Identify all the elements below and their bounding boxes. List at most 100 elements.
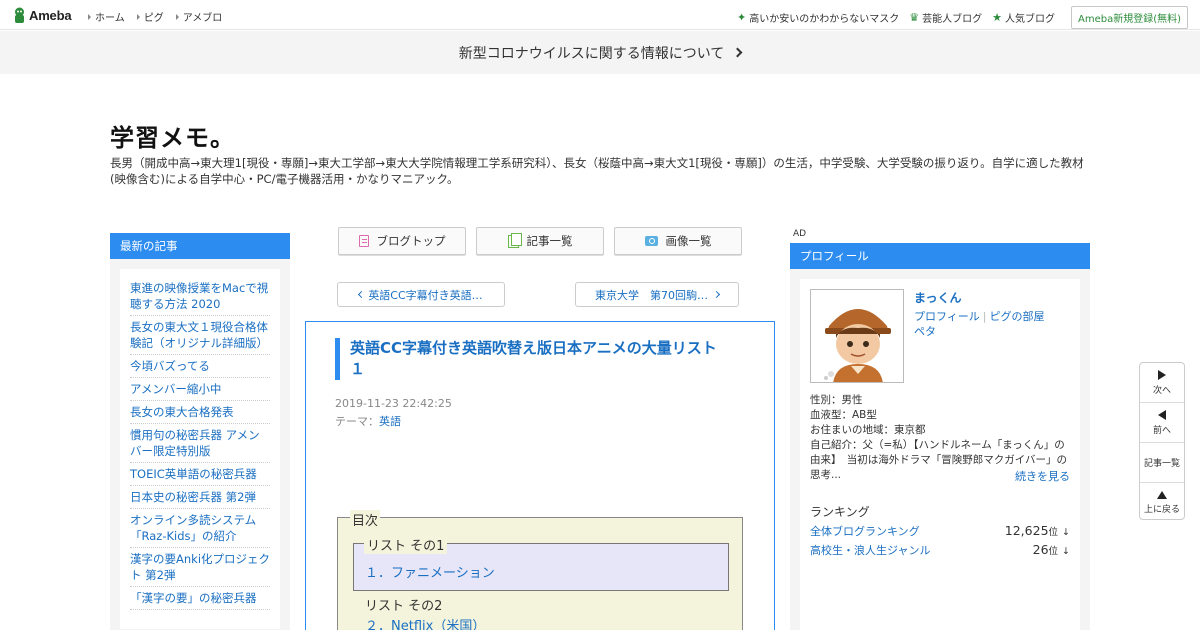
list-item[interactable]: オンライン多読システム「Raz-Kids」の紹介 [130,509,270,548]
article-list-button[interactable]: 記事一覧 [476,227,604,255]
ranking-down-icon: ↓ [1062,527,1070,538]
triangle-icon [175,13,179,20]
image-list-label: 画像一覧 [665,234,712,248]
list-item[interactable]: 長女の東大合格発表 [130,401,270,424]
profile-links: プロフィール | ピグの部屋 ペタ [914,309,1074,339]
ranking-value: 26位 ↓ [1033,542,1070,558]
list-item[interactable]: 今頃バズってる [130,355,270,378]
ameba-logo-icon [15,7,24,23]
list-item[interactable]: 漢字の要Anki化プロジェクト 第2弾 [130,548,270,587]
toc-section-1: リスト その1 １．ファニメーション [353,535,729,591]
sparkle-icon: ✦ [737,11,747,24]
header-link-mask[interactable]: ✦ 高いか安いのかわからないマスク [737,10,899,25]
ranking-row-genre: 高校生・浪人生ジャンル 26位 ↓ [810,542,1070,558]
article-list-float-label: 記事一覧 [1143,459,1180,469]
toc-section-2-label: リスト その2 [365,599,443,614]
table-of-contents: 目次 リスト その1 １．ファニメーション リスト その2 ２．Netflix（… [337,510,743,630]
back-to-top-label: 上に戻る [1143,505,1180,515]
article-list-float-button[interactable]: 記事一覧 [1140,443,1184,483]
ranking-number: 12,625 [1004,523,1049,538]
ameba-logo[interactable]: Ameba [13,6,72,24]
ranking-label[interactable]: 高校生・浪人生ジャンル [810,542,930,558]
blog-title[interactable]: 学習メモ。 [110,118,235,153]
profile-region: お住まいの地域：東京都 [810,424,926,436]
register-button[interactable]: Ameba新規登録(無料) [1070,6,1188,29]
header-link-celebrity-label: 芸能人ブログ [922,14,983,25]
ranking-unit: 位 [1048,546,1059,557]
global-header: Ameba ホーム ピグ アメブロ ✦ 高いか安いのかわからないマスク ♛ 芸能人ブ… [0,0,1200,30]
toc-legend: 目次 [350,510,381,529]
play-right-icon [1158,369,1166,380]
header-link-celebrity-blog[interactable]: ♛ 芸能人ブログ [909,10,982,25]
covid-notice-banner[interactable]: 新型コロナウイルスに関する情報について [0,31,1200,74]
pigg-room-link[interactable]: ピグの部屋 [990,310,1045,323]
star-icon: ★ [992,11,1002,24]
global-nav: ホーム ピグ アメブロ [88,9,234,24]
back-to-top-button[interactable]: 上に戻る [1140,483,1184,523]
ranking-unit: 位 [1048,527,1059,538]
recent-articles-list: 東進の映像授業をMacで視聴する方法 2020 長女の東大文１現役合格体験記（オ… [120,269,280,629]
toc-section-1-label: リスト その1 [364,535,448,554]
profile-gender: 性別：男性 [810,394,863,406]
profile-link[interactable]: プロフィール [914,310,980,323]
arrow-up-icon [1157,491,1167,499]
chevron-right-icon [712,290,721,299]
separator: | [982,310,987,323]
list-item[interactable]: 東進の映像授業をMacで視聴する方法 2020 [130,277,270,316]
theme-link[interactable]: 英語 [379,415,401,428]
nav-ameblo[interactable]: アメブロ [175,9,222,24]
profile-panel: まっくん プロフィール | ピグの部屋 ペタ 性別：男性 血液型：AB型 お住まいの… [800,279,1080,630]
blog-top-button[interactable]: ブログトップ [338,227,466,255]
ad-label: AD [793,229,807,239]
next-button[interactable]: 次へ [1140,363,1184,403]
toc-link-funimation[interactable]: １．ファニメーション [365,562,495,581]
play-left-icon [1158,409,1166,420]
list-item[interactable]: 慣用句の秘密兵器 アメンバー限定特別版 [130,424,270,463]
ranking-heading: ランキング [810,505,870,519]
header-link-popular-label: 人気ブログ [1004,14,1055,25]
article-list-label: 記事一覧 [526,234,573,248]
blog-top-label: ブログトップ [376,234,446,248]
blog-description: 長男（開成中高→東大理1[現役・専願]→東大工学部→東大大学院情報理工学系研究科… [110,156,1084,186]
profile-name[interactable]: まっくん [914,289,962,306]
nav-home-label: ホーム [95,13,125,24]
next-article-label: 東京大学 第70回駒… [595,288,708,302]
peta-link[interactable]: ペタ [914,325,936,338]
notice-text: 新型コロナウイルスに関する情報について [458,45,725,62]
ranking-row-overall: 全体ブログランキング 12,625位 ↓ [810,523,1070,539]
floating-nav: 次へ 前へ 記事一覧 上に戻る [1139,362,1185,520]
recent-articles-heading: 最新の記事 [110,233,290,259]
image-list-button[interactable]: 画像一覧 [614,227,742,255]
next-article-button[interactable]: 東京大学 第70回駒… [575,282,739,307]
avatar-illustration-icon [811,290,903,382]
prev-button[interactable]: 前へ [1140,403,1184,443]
header-link-mask-label: 高いか安いのかわからないマスク [749,14,900,25]
list-item[interactable]: 「漢字の要」の秘密兵器 [130,587,270,610]
ranking-label[interactable]: 全体ブログランキング [810,523,920,539]
list-item[interactable]: TOEIC英単語の秘密兵器 [130,463,270,486]
article-container: 英語CC字幕付き英語吹替え版日本アニメの大量リスト１ 2019-11-23 22… [305,321,775,630]
article-theme: テーマ：英語 [335,413,401,429]
prev-label: 前へ [1152,425,1171,436]
list-item[interactable]: アメンバー縮小中 [130,378,270,401]
avatar[interactable] [810,289,904,383]
triangle-icon [88,13,91,20]
ranking-number: 26 [1032,542,1049,557]
article-date: 2019-11-23 22:42:25 [335,397,452,410]
toc-link-netflix[interactable]: ２．Netflix（米国） [365,615,485,630]
read-more-link[interactable]: 続きを見る [1015,468,1070,484]
chevron-left-icon [358,290,366,299]
article-title[interactable]: 英語CC字幕付き英語吹替え版日本アニメの大量リスト１ [335,338,730,380]
prev-article-button[interactable]: 英語CC字幕付き英語… [337,282,505,307]
camera-icon [644,236,658,246]
right-sidebar: プロフィール まっくん プロフィール | ピグの部屋 ペタ 性別：男性 血液型：… [790,243,1090,630]
list-item[interactable]: 長女の東大文１現役合格体験記（オリジナル詳細版） [130,316,270,355]
header-right-links: ✦ 高いか安いのかわからないマスク ♛ 芸能人ブログ ★ 人気ブログ Ameba新規登… [727,6,1188,29]
list-icon [507,232,522,248]
nav-pigg[interactable]: ピグ [136,9,164,24]
header-link-popular-blog[interactable]: ★ 人気ブログ [992,10,1055,25]
list-item[interactable]: 日本史の秘密兵器 第2弾 [130,486,270,509]
triangle-icon [136,13,140,20]
nav-home[interactable]: ホーム [88,9,125,24]
nav-pigg-label: ピグ [143,13,164,24]
